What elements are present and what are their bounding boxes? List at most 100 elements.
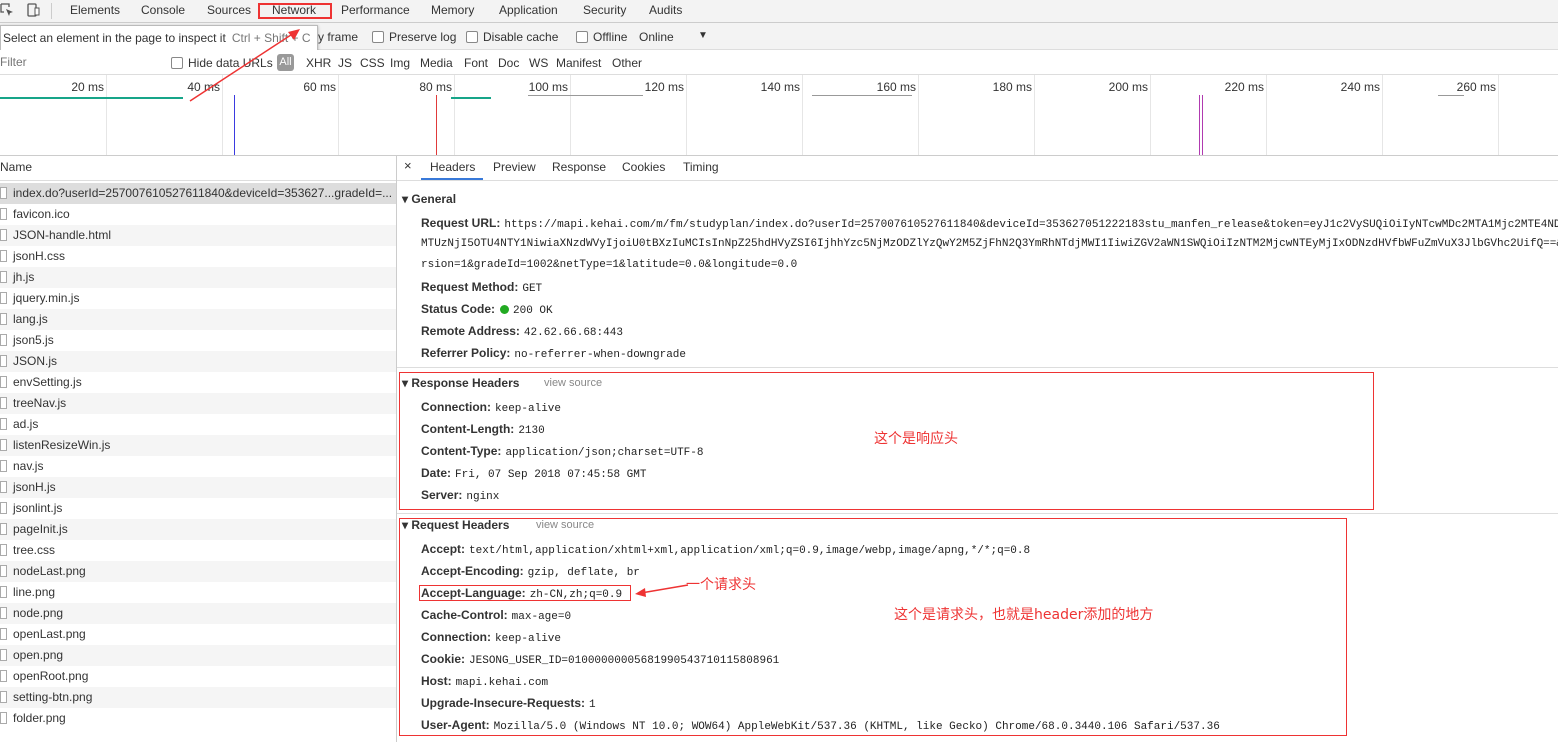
timeline-gridline <box>106 75 107 155</box>
filter-img[interactable]: Img <box>390 56 410 70</box>
tab-memory[interactable]: Memory <box>431 0 474 22</box>
inspect-element-icon[interactable] <box>0 3 14 17</box>
file-icon <box>0 208 7 220</box>
list-item[interactable]: openRoot.png <box>0 666 396 687</box>
file-icon <box>0 460 7 472</box>
list-item[interactable]: jsonH.css <box>0 246 396 267</box>
name-column-header[interactable]: Name <box>0 160 32 174</box>
annotation-arrow <box>635 584 689 597</box>
close-icon[interactable]: × <box>404 158 412 173</box>
frame-label[interactable]: y frame <box>318 30 358 44</box>
timeline-bar <box>451 97 491 99</box>
request-header-annotation: 一个请求头 <box>686 577 756 593</box>
tab-preview[interactable]: Preview <box>493 160 536 174</box>
timeline-bar <box>528 95 643 96</box>
list-item[interactable]: line.png <box>0 582 396 603</box>
preserve-log-label[interactable]: Preserve log <box>389 30 456 44</box>
list-item[interactable]: jh.js <box>0 267 396 288</box>
active-tab-indicator <box>421 178 483 180</box>
tab-sources[interactable]: Sources <box>207 0 251 22</box>
tab-performance[interactable]: Performance <box>341 0 410 22</box>
network-highlight-box <box>258 3 332 19</box>
tab-cookies[interactable]: Cookies <box>622 160 665 174</box>
filter-js[interactable]: JS <box>338 56 352 70</box>
tab-security[interactable]: Security <box>583 0 626 22</box>
timeline-bar <box>1438 95 1464 96</box>
list-item[interactable]: setting-btn.png <box>0 687 396 708</box>
filter-manifest[interactable]: Manifest <box>556 56 601 70</box>
tab-application[interactable]: Application <box>499 0 558 22</box>
file-icon <box>0 271 7 283</box>
list-item[interactable]: folder.png <box>0 708 396 729</box>
timeline-tick: 240 ms <box>1340 80 1380 94</box>
throttle-select[interactable]: Online <box>639 30 674 44</box>
annotation-arrow <box>189 29 300 102</box>
list-item[interactable]: JSON.js <box>0 351 396 372</box>
disable-cache-label[interactable]: Disable cache <box>483 30 558 44</box>
filter-other[interactable]: Other <box>612 56 642 70</box>
disable-cache-checkbox[interactable] <box>466 31 478 43</box>
response-headers-toggle[interactable]: ▾ Response Headers <box>402 376 519 390</box>
list-item[interactable]: JSON-handle.html <box>0 225 396 246</box>
offline-label[interactable]: Offline <box>593 30 627 44</box>
list-item[interactable]: index.do?userId=257007610527611840&devic… <box>0 183 396 204</box>
tab-response[interactable]: Response <box>552 160 606 174</box>
request-headers-annotation: 这个是请求头，也就是header添加的地方 <box>894 607 1154 623</box>
file-icon <box>0 565 7 577</box>
list-item[interactable]: jsonH.js <box>0 477 396 498</box>
tab-timing[interactable]: Timing <box>683 160 719 174</box>
general-section-toggle[interactable]: ▾ General <box>402 192 456 206</box>
response-headers-annotation: 这个是响应头 <box>874 431 958 447</box>
offline-checkbox[interactable] <box>576 31 588 43</box>
file-icon <box>0 691 7 703</box>
filter-ws[interactable]: WS <box>529 56 548 70</box>
file-icon <box>0 670 7 682</box>
tab-elements[interactable]: Elements <box>70 0 120 22</box>
filter-css[interactable]: CSS <box>360 56 385 70</box>
list-item[interactable]: listenResizeWin.js <box>0 435 396 456</box>
filter-media[interactable]: Media <box>420 56 453 70</box>
tab-audits[interactable]: Audits <box>649 0 682 22</box>
list-item[interactable]: jsonlint.js <box>0 498 396 519</box>
header-row: Accept-Encoding: gzip, deflate, br <box>421 564 640 579</box>
load-event-line <box>436 95 437 155</box>
list-item[interactable]: node.png <box>0 603 396 624</box>
request-url-continued: MTUzNjI5OTU4NTY1NiwiaXNzdWVyIjoiU0tBXzIu… <box>421 238 1558 250</box>
list-item[interactable]: envSetting.js <box>0 372 396 393</box>
timeline-tick: 120 ms <box>644 80 684 94</box>
list-item[interactable]: lang.js <box>0 309 396 330</box>
list-item[interactable]: json5.js <box>0 330 396 351</box>
device-toolbar-icon[interactable] <box>26 3 40 17</box>
header-row: Date: Fri, 07 Sep 2018 07:45:58 GMT <box>421 466 647 481</box>
request-view-source-link[interactable]: view source <box>536 519 594 531</box>
file-icon <box>0 481 7 493</box>
list-item[interactable]: tree.css <box>0 540 396 561</box>
file-icon <box>0 250 7 262</box>
chevron-down-icon[interactable]: ▼ <box>698 30 708 41</box>
hide-data-urls-checkbox[interactable] <box>171 57 183 69</box>
list-item[interactable]: openLast.png <box>0 624 396 645</box>
filter-input[interactable] <box>0 53 155 71</box>
list-item[interactable]: jquery.min.js <box>0 288 396 309</box>
list-item[interactable]: pageInit.js <box>0 519 396 540</box>
list-item[interactable]: favicon.ico <box>0 204 396 225</box>
list-item[interactable]: ad.js <box>0 414 396 435</box>
file-icon <box>0 586 7 598</box>
request-headers-toggle[interactable]: ▾ Request Headers <box>402 518 509 532</box>
filter-xhr[interactable]: XHR <box>306 56 331 70</box>
filter-font[interactable]: Font <box>464 56 488 70</box>
timeline-gridline <box>918 75 919 155</box>
file-icon <box>0 628 7 640</box>
timeline-gridline <box>570 75 571 155</box>
list-item[interactable]: open.png <box>0 645 396 666</box>
tab-headers[interactable]: Headers <box>430 160 475 174</box>
preserve-log-checkbox[interactable] <box>372 31 384 43</box>
request-headers-title: Request Headers <box>411 518 510 532</box>
response-view-source-link[interactable]: view source <box>544 377 602 389</box>
file-icon <box>0 544 7 556</box>
filter-doc[interactable]: Doc <box>498 56 519 70</box>
tab-console[interactable]: Console <box>141 0 185 22</box>
list-item[interactable]: treeNav.js <box>0 393 396 414</box>
list-item[interactable]: nodeLast.png <box>0 561 396 582</box>
list-item[interactable]: nav.js <box>0 456 396 477</box>
